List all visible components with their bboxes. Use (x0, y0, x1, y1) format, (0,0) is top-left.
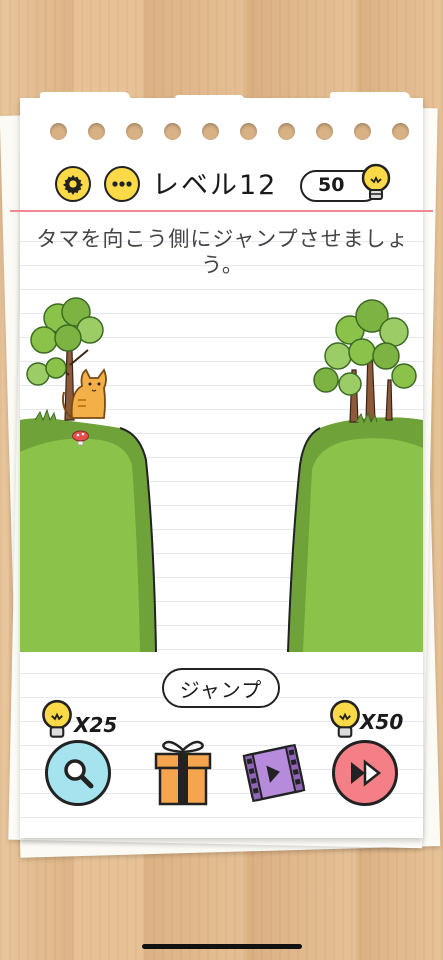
margin-line (10, 210, 433, 212)
binder-hole (202, 123, 219, 140)
lightbulb-icon (361, 163, 391, 200)
level-title: レベル12 (152, 170, 278, 201)
hint-search-button[interactable] (45, 740, 111, 806)
jump-button[interactable]: ジャンプ (162, 668, 280, 708)
instruction-text: タマを向こう側にジャンプさせましょう。 (36, 227, 409, 277)
torn-paper-edge (175, 95, 245, 119)
ellipsis-icon (112, 181, 132, 187)
more-button[interactable] (104, 166, 140, 202)
right-trees (313, 299, 417, 424)
gift-button[interactable] (152, 736, 214, 808)
right-cliff (287, 417, 423, 652)
game-scene (20, 297, 423, 652)
binder-hole (126, 123, 143, 140)
magnifier-icon (64, 759, 94, 789)
binder-hole (354, 123, 371, 140)
lightbulb-icon (330, 699, 360, 738)
hint-cost-label: X25 (74, 713, 118, 737)
skip-level-button[interactable] (332, 740, 398, 806)
gear-icon (62, 174, 84, 195)
torn-paper-edge (40, 92, 130, 116)
binder-hole (50, 123, 67, 140)
hint-count-value: 50 (318, 174, 345, 196)
fast-forward-icon (351, 759, 382, 787)
skip-cost-label: X50 (360, 710, 404, 734)
video-film-icon[interactable] (242, 740, 306, 806)
binder-hole (164, 123, 181, 140)
lightbulb-icon (42, 699, 72, 738)
torn-paper-edge (330, 92, 410, 116)
home-indicator[interactable] (142, 944, 302, 949)
binder-hole (316, 123, 333, 140)
binder-hole (240, 123, 257, 140)
settings-button[interactable] (55, 166, 91, 202)
left-cliff (20, 418, 157, 652)
binder-hole (392, 123, 409, 140)
binder-hole (88, 123, 105, 140)
binder-hole (278, 123, 295, 140)
